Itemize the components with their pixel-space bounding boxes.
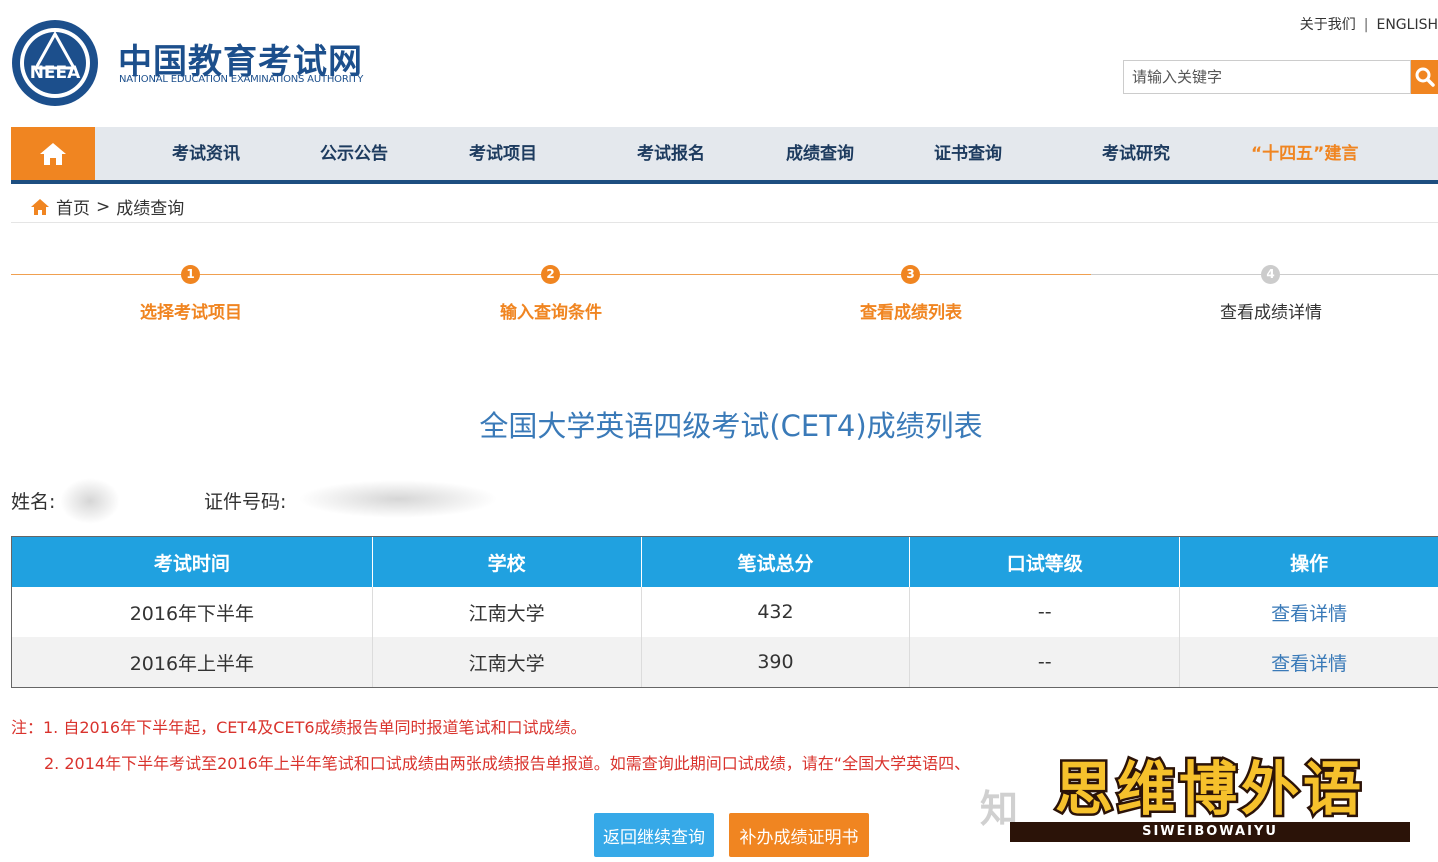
about-link[interactable]: 关于我们 <box>1300 17 1356 33</box>
table-header-row: 考试时间 学校 笔试总分 口试等级 操作 <box>12 537 1438 587</box>
header-exam-time: 考试时间 <box>12 537 373 587</box>
divider <box>11 222 1438 223</box>
breadcrumb-home[interactable]: 首页 <box>56 194 90 219</box>
cell-school: 江南大学 <box>373 637 642 687</box>
top-links: 关于我们 | ENGLISH <box>1300 14 1438 34</box>
cell-oral-grade: -- <box>910 637 1181 687</box>
step-4-marker: 4 <box>1261 265 1280 284</box>
view-details-link[interactable]: 查看详情 <box>1180 587 1438 637</box>
back-to-query-button[interactable]: 返回继续查询 <box>594 813 714 857</box>
emblem-text: NEEA <box>30 63 81 83</box>
breadcrumb-current: 成绩查询 <box>116 199 185 219</box>
top-links-separator: | <box>1363 17 1369 33</box>
nav-item-exam-news[interactable]: 考试资讯 <box>172 127 240 180</box>
view-details-link[interactable]: 查看详情 <box>1180 637 1438 687</box>
nav-home-button[interactable] <box>11 127 95 180</box>
nav-item-exam-research[interactable]: 考试研究 <box>1102 127 1170 180</box>
table-row: 2016年下半年 江南大学 432 -- 查看详情 <box>12 587 1438 637</box>
home-icon <box>40 142 66 165</box>
search-input[interactable] <box>1123 60 1411 94</box>
step-3-label: 查看成绩列表 <box>860 303 962 323</box>
table-row: 2016年上半年 江南大学 390 -- 查看详情 <box>12 637 1438 687</box>
nav-item-14th-plan[interactable]: “十四五”建言 <box>1251 127 1358 180</box>
header-oral-grade: 口试等级 <box>910 537 1181 587</box>
breadcrumb: 首页 > 成绩查询 <box>30 194 184 219</box>
watermark-text: 思维博外语 <box>1052 753 1365 826</box>
main-nav: 考试资讯 公示公告 考试项目 考试报名 成绩查询 证书查询 考试研究 “十四五”… <box>11 127 1438 184</box>
breadcrumb-separator: > <box>96 196 111 217</box>
redacted-id <box>298 480 498 518</box>
cell-written-score: 390 <box>642 637 911 687</box>
site-logo-subtitle: NATIONAL EDUCATION EXAMINATIONS AUTHORIT… <box>119 74 364 85</box>
step-4-label: 查看成绩详情 <box>1220 303 1322 323</box>
step-1-label[interactable]: 选择考试项目 <box>81 298 301 323</box>
reissue-certificate-button[interactable]: 补办成绩证明书 <box>729 813 869 857</box>
home-icon <box>31 198 49 215</box>
header-school: 学校 <box>373 537 642 587</box>
page-title: 全国大学英语四级考试(CET4)成绩列表 <box>479 409 983 443</box>
header-action: 操作 <box>1290 552 1329 575</box>
nav-item-registration[interactable]: 考试报名 <box>637 127 705 180</box>
neea-emblem-icon[interactable]: NEEA <box>10 18 100 108</box>
cell-school: 江南大学 <box>373 587 642 637</box>
step-2-marker: 2 <box>541 265 560 284</box>
step-1-marker: 1 <box>181 265 200 284</box>
nav-item-certificate-query[interactable]: 证书查询 <box>934 127 1002 180</box>
search-button[interactable] <box>1411 60 1438 94</box>
step-3-marker: 3 <box>901 265 920 284</box>
watermark-subtext: SIWEIBOWAIYU <box>1010 822 1410 842</box>
cell-exam-time: 2016年上半年 <box>12 637 373 687</box>
cell-written-score: 432 <box>642 587 911 637</box>
redacted-name <box>60 478 120 524</box>
site-header: NEEA 中国教育考试网 NATIONAL EDUCATION EXAMINAT… <box>0 0 1438 126</box>
english-link[interactable]: ENGLISH <box>1376 17 1438 33</box>
id-label: 证件号码: <box>204 491 287 513</box>
search-icon <box>1415 67 1435 87</box>
header-written-score: 笔试总分 <box>642 537 911 587</box>
cell-exam-time: 2016年下半年 <box>12 587 373 637</box>
step-2-label[interactable]: 输入查询条件 <box>441 298 661 323</box>
nav-item-score-query[interactable]: 成绩查询 <box>786 127 854 180</box>
name-label: 姓名: <box>11 491 56 513</box>
cell-oral-grade: -- <box>910 587 1181 637</box>
note-2: 2. 2014年下半年考试至2016年上半年笔试和口试成绩由两张成绩报告单报道。… <box>44 754 971 773</box>
nav-item-exam-projects[interactable]: 考试项目 <box>469 127 537 180</box>
nav-item-announcements[interactable]: 公示公告 <box>320 127 388 180</box>
score-table: 考试时间 学校 笔试总分 口试等级 操作 2016年下半年 江南大学 432 -… <box>11 536 1438 688</box>
brand-watermark: 思维博外语 SIWEIBOWAIYU <box>1010 742 1410 842</box>
note-1: 注：1. 自2016年下半年起，CET4及CET6成绩报告单同时报道笔试和口试成… <box>11 718 587 737</box>
